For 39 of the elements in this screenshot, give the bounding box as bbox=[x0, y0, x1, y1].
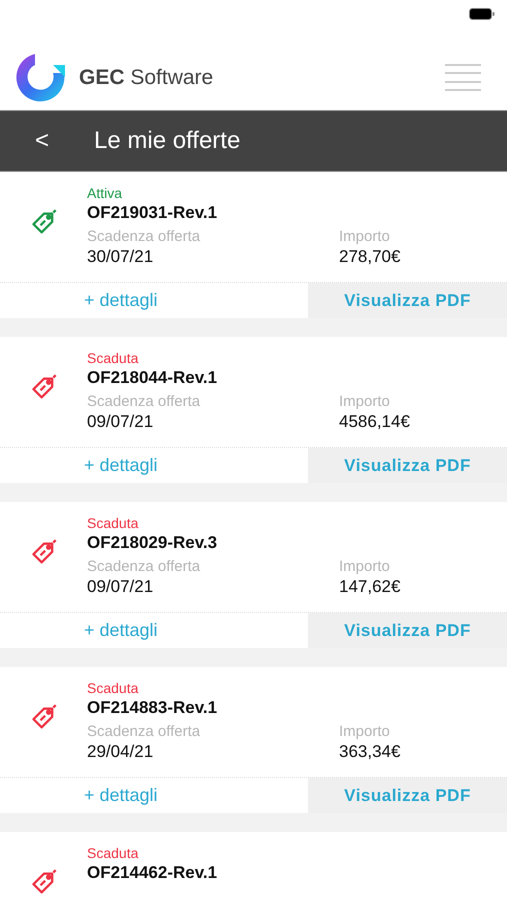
amount-value: 278,70€ bbox=[339, 246, 400, 268]
expiry-label: Scadenza offerta bbox=[87, 558, 202, 576]
status-label: Scaduta bbox=[87, 349, 140, 367]
amount-label: Importo bbox=[339, 393, 391, 411]
menu-icon[interactable] bbox=[445, 62, 481, 94]
page-title: Le mie offerte bbox=[94, 126, 240, 156]
offer-code: OF218029-Rev.3 bbox=[87, 532, 218, 554]
expiry-date: 30/07/21 bbox=[87, 246, 154, 268]
expiry-date: 09/07/21 bbox=[87, 411, 154, 433]
amount-label: Importo bbox=[339, 228, 391, 246]
expiry-label: Scadenza offerta bbox=[87, 393, 202, 411]
details-link[interactable]: + dettagli bbox=[0, 778, 308, 813]
offer-code: OF219031-Rev.1 bbox=[87, 202, 218, 224]
view-pdf-button[interactable]: Visualizza PDF bbox=[308, 448, 507, 483]
back-button[interactable]: < bbox=[32, 129, 52, 153]
status-label: Attiva bbox=[87, 184, 124, 202]
status-label: Scaduta bbox=[87, 514, 140, 532]
offer-code: OF214883-Rev.1 bbox=[87, 697, 218, 719]
view-pdf-button[interactable]: Visualizza PDF bbox=[308, 283, 507, 318]
brand-name: GEC Software bbox=[79, 64, 214, 91]
status-label: Scaduta bbox=[87, 844, 140, 862]
offer-code: OF218044-Rev.1 bbox=[87, 367, 218, 389]
details-link[interactable]: + dettagli bbox=[0, 613, 308, 648]
view-pdf-button[interactable]: Visualizza PDF bbox=[308, 778, 507, 813]
amount-value: 363,34€ bbox=[339, 741, 400, 763]
details-link[interactable]: + dettagli bbox=[0, 448, 308, 483]
expiry-date: 09/07/21 bbox=[87, 576, 154, 598]
amount-label: Importo bbox=[339, 558, 391, 576]
status-label: Scaduta bbox=[87, 679, 140, 697]
battery-icon bbox=[469, 8, 495, 20]
expiry-label: Scadenza offerta bbox=[87, 228, 202, 246]
amount-label: Importo bbox=[339, 723, 391, 741]
amount-value: 4586,14€ bbox=[339, 411, 410, 433]
view-pdf-button[interactable]: Visualizza PDF bbox=[308, 613, 507, 648]
expiry-label: Scadenza offerta bbox=[87, 723, 202, 741]
amount-value: 147,62€ bbox=[339, 576, 400, 598]
details-link[interactable]: + dettagli bbox=[0, 283, 308, 318]
offer-code: OF214462-Rev.1 bbox=[87, 862, 218, 884]
expiry-date: 29/04/21 bbox=[87, 741, 154, 763]
